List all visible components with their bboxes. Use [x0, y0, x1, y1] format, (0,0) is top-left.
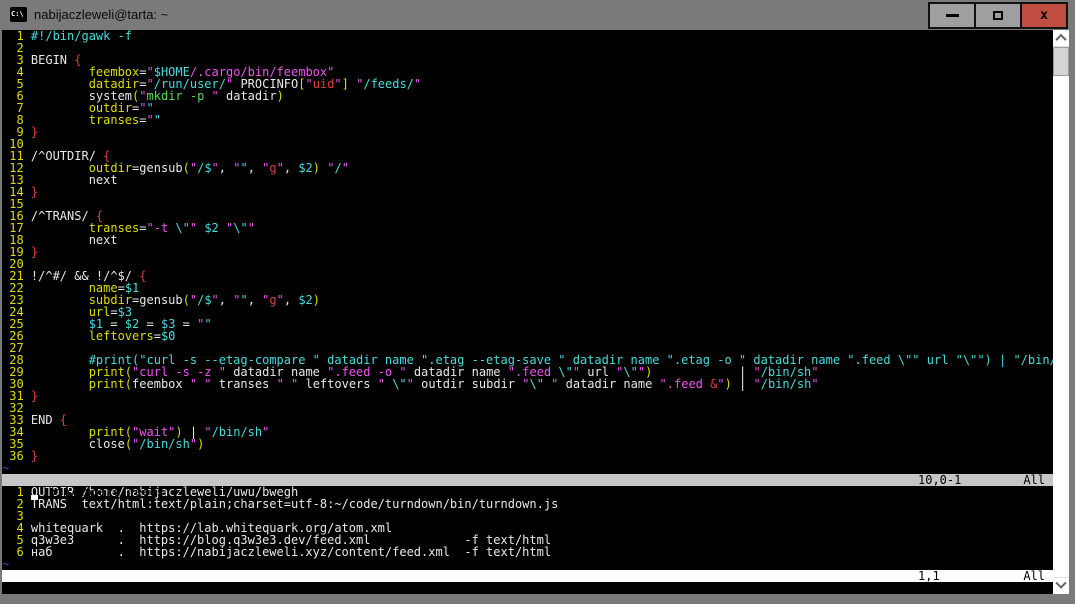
top-editor-pane[interactable]: 1#!/bin/gawk -f23BEGIN {4 feembox="$HOME…: [2, 30, 1053, 474]
code-line: 14}: [2, 186, 1053, 198]
code-line: 30 print(feembox " " transes " " leftove…: [2, 378, 1053, 390]
statusline-top-ruler: 10,0-1: [918, 474, 961, 486]
code-line: 15: [2, 198, 1053, 210]
terminal-content[interactable]: 1#!/bin/gawk -f23BEGIN {4 feembox="$HOME…: [2, 30, 1053, 594]
code-line: 18 next: [2, 234, 1053, 246]
console-icon: C:\: [10, 7, 27, 22]
code-line: 9}: [2, 126, 1053, 138]
code-line: 32: [2, 402, 1053, 414]
statusline-bottom: .feeds [RO] 1,1 All: [2, 570, 1053, 582]
code-line: 36}: [2, 450, 1053, 462]
code-line: 13 next: [2, 174, 1053, 186]
code-line: 10: [2, 138, 1053, 150]
scroll-up-button[interactable]: [1053, 30, 1069, 47]
minimize-icon: [946, 14, 959, 17]
close-button[interactable]: x: [1020, 2, 1068, 29]
code-line: 6наб . https://nabijaczleweli.xyz/conten…: [2, 546, 1053, 558]
window-title: nabijaczleweli@tarta: ~: [34, 0, 168, 30]
statusline-bottom-scroll: All: [1023, 570, 1045, 582]
terminal-window: C:\ nabijaczleweli@tarta: ~ x 1#!/bin/ga…: [0, 0, 1075, 604]
cursor: O: [31, 486, 38, 498]
filler-tilde: ~: [2, 558, 1053, 570]
code-line: 17 transes="-t \"" $2 "\"": [2, 222, 1053, 234]
code-line: 26 leftovers=$0: [2, 330, 1053, 342]
code-line: 31}: [2, 390, 1053, 402]
statusline-top-scroll: All: [1023, 474, 1045, 486]
code-line: 12 outdir=gensub("/$", "", "g", $2) "/": [2, 162, 1053, 174]
maximize-icon: [993, 11, 1003, 20]
window-controls: x: [928, 2, 1068, 29]
minimize-button[interactable]: [928, 2, 976, 29]
scroll-down-button[interactable]: [1053, 577, 1069, 594]
console-icon-glyph: C:\: [10, 11, 24, 18]
code-line: 2: [2, 42, 1053, 54]
chevron-down-icon: [1055, 578, 1066, 589]
statusline-top-filename: bin/update-feeds [+]: [48, 485, 193, 499]
code-line: 19}: [2, 246, 1053, 258]
code-line: 21!/^#/ && !/^$/ {: [2, 270, 1053, 282]
code-line: 6 system("mkdir -p " datadir): [2, 90, 1053, 102]
command-line: [2, 582, 1053, 594]
code-line: 1#!/bin/gawk -f: [2, 30, 1053, 42]
statusline-bottom-filename: .feeds [RO]: [48, 581, 127, 594]
title-bar[interactable]: C:\ nabijaczleweli@tarta: ~ x: [0, 0, 1075, 30]
statusline-top: bin/update-feeds [+] 10,0-1 All: [2, 474, 1053, 486]
filler-tilde: ~: [2, 462, 1053, 474]
scrollbar[interactable]: [1053, 30, 1069, 594]
chevron-up-icon: [1055, 34, 1066, 45]
scroll-thumb[interactable]: [1053, 47, 1069, 76]
statusline-bottom-ruler: 1,1: [918, 570, 940, 582]
code-line: 23 subdir=gensub("/$", "", "g", $2): [2, 294, 1053, 306]
maximize-button[interactable]: [974, 2, 1022, 29]
code-line: 35 close("/bin/sh"): [2, 438, 1053, 450]
code-line: 8 transes="": [2, 114, 1053, 126]
code-line: 20: [2, 258, 1053, 270]
close-icon: x: [1040, 9, 1048, 22]
code-line: 2TRANS text/html:text/plain;charset=utf-…: [2, 498, 1053, 510]
